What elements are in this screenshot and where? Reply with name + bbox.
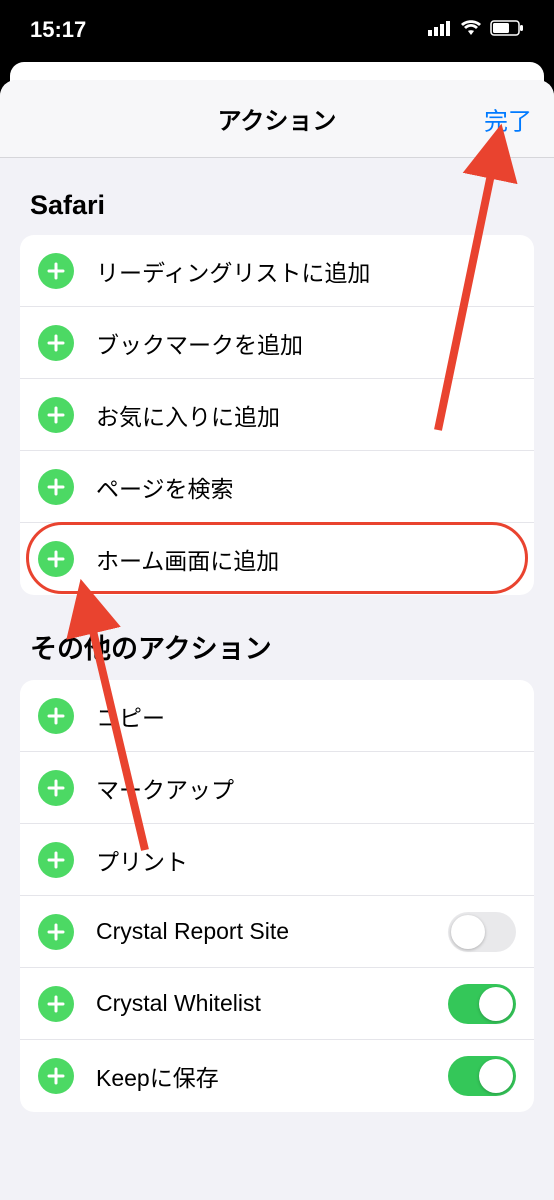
sheet-title: アクション	[218, 101, 337, 136]
row-print[interactable]: プリント	[20, 824, 534, 896]
row-markup[interactable]: マークアップ	[20, 752, 534, 824]
row-crystal-report-site[interactable]: Crystal Report Site	[20, 896, 534, 968]
sheet-content: Safari リーディングリストに追加 ブックマークを追加 お気に入りに追加 ペ…	[0, 158, 554, 1132]
add-icon[interactable]	[38, 1058, 74, 1094]
row-label: ページを検索	[96, 470, 516, 504]
status-time: 15:17	[30, 17, 86, 43]
toggle-crystal-whitelist[interactable]	[448, 984, 516, 1024]
row-label: コピー	[96, 699, 516, 733]
battery-icon	[490, 20, 524, 41]
row-label: Crystal Whitelist	[96, 990, 448, 1017]
toggle-keep[interactable]	[448, 1056, 516, 1096]
add-icon[interactable]	[38, 914, 74, 950]
add-icon[interactable]	[38, 469, 74, 505]
row-label: お気に入りに追加	[96, 398, 516, 432]
add-icon[interactable]	[38, 698, 74, 734]
row-label: ブックマークを追加	[96, 326, 516, 360]
add-icon[interactable]	[38, 986, 74, 1022]
row-reading-list[interactable]: リーディングリストに追加	[20, 235, 534, 307]
row-label: Crystal Report Site	[96, 918, 448, 945]
row-label: プリント	[96, 843, 516, 877]
row-label: リーディングリストに追加	[96, 254, 516, 288]
actions-sheet: アクション 完了 Safari リーディングリストに追加 ブックマークを追加 お…	[0, 80, 554, 1200]
status-icons	[428, 20, 524, 41]
add-icon[interactable]	[38, 541, 74, 577]
row-label: Keepに保存	[96, 1059, 448, 1093]
row-label: マークアップ	[96, 771, 516, 805]
row-copy[interactable]: コピー	[20, 680, 534, 752]
row-add-favorites[interactable]: お気に入りに追加	[20, 379, 534, 451]
wifi-icon	[460, 20, 482, 41]
row-keep-save[interactable]: Keepに保存	[20, 1040, 534, 1112]
row-find-on-page[interactable]: ページを検索	[20, 451, 534, 523]
other-list: コピー マークアップ プリント Crystal Report Site	[20, 680, 534, 1112]
section-header-safari: Safari	[0, 158, 554, 235]
add-icon[interactable]	[38, 325, 74, 361]
row-add-bookmark[interactable]: ブックマークを追加	[20, 307, 534, 379]
sheet-header: アクション 完了	[0, 80, 554, 158]
done-button[interactable]: 完了	[484, 101, 532, 136]
status-bar: 15:17	[0, 0, 554, 60]
row-label: ホーム画面に追加	[96, 542, 516, 576]
add-icon[interactable]	[38, 842, 74, 878]
cellular-icon	[428, 20, 452, 41]
add-icon[interactable]	[38, 397, 74, 433]
add-icon[interactable]	[38, 770, 74, 806]
add-icon[interactable]	[38, 253, 74, 289]
toggle-crystal-report[interactable]	[448, 912, 516, 952]
section-header-other: その他のアクション	[0, 595, 554, 680]
safari-list: リーディングリストに追加 ブックマークを追加 お気に入りに追加 ページを検索 ホ…	[20, 235, 534, 595]
row-add-to-home-screen[interactable]: ホーム画面に追加	[20, 523, 534, 595]
row-crystal-whitelist[interactable]: Crystal Whitelist	[20, 968, 534, 1040]
